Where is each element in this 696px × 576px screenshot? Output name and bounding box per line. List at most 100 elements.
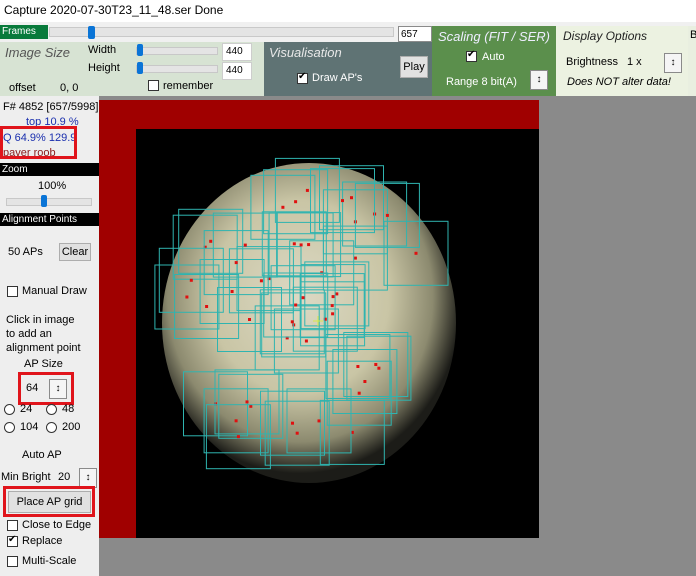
close-to-edge-checkbox[interactable] xyxy=(7,520,18,531)
draw-aps-label: Draw AP's xyxy=(312,72,363,84)
image-size-panel: Image Size Width 440 Height 440 offset 0… xyxy=(0,42,264,96)
ap-point[interactable] xyxy=(331,312,335,316)
offset-value: 0, 0 xyxy=(60,82,79,94)
extra-panel: B xyxy=(688,26,696,96)
radio-104[interactable] xyxy=(4,422,15,433)
brightness-spin-arrows-icon[interactable]: ↕ xyxy=(664,53,682,73)
multi-scale-label: Multi-Scale xyxy=(22,555,77,567)
radio-200-label: 200 xyxy=(62,421,81,433)
ap-point[interactable] xyxy=(294,200,298,204)
ap-point[interactable] xyxy=(281,205,285,209)
ap-point[interactable] xyxy=(290,320,294,324)
ap-point[interactable] xyxy=(335,292,339,296)
ap-point[interactable] xyxy=(350,196,353,200)
ap-point[interactable] xyxy=(209,239,213,243)
ap-point[interactable] xyxy=(185,295,189,299)
zoom-header: Zoom xyxy=(0,163,99,176)
ap-point[interactable] xyxy=(295,431,299,435)
ap-point[interactable] xyxy=(205,305,209,308)
ap-point[interactable] xyxy=(230,290,234,293)
clear-button[interactable]: Clear xyxy=(59,243,91,261)
zoom-slider[interactable] xyxy=(6,198,92,206)
ap-point[interactable] xyxy=(189,278,193,282)
height-field[interactable]: 440 xyxy=(222,62,252,80)
ap-point[interactable] xyxy=(363,380,367,383)
width-slider[interactable] xyxy=(136,47,218,55)
highlight-ap-size xyxy=(18,372,74,405)
image-canvas[interactable] xyxy=(136,129,539,538)
min-bright-spin-arrows-icon[interactable]: ↕ xyxy=(79,468,97,488)
extra-panel-label: B xyxy=(690,29,696,41)
ap-point[interactable] xyxy=(317,419,321,423)
zoom-slider-thumb[interactable] xyxy=(41,195,47,207)
ap-point[interactable] xyxy=(357,391,361,395)
height-slider-thumb[interactable] xyxy=(137,62,143,74)
replace-checkbox[interactable] xyxy=(7,534,18,547)
ap-point[interactable] xyxy=(377,366,381,370)
ap-point[interactable] xyxy=(294,303,298,307)
ap-point[interactable] xyxy=(331,295,335,299)
title-bar: Capture 2020-07-30T23_11_48.ser Done xyxy=(0,0,696,22)
ap-point[interactable] xyxy=(356,365,360,368)
highlight-place-ap-grid xyxy=(3,486,95,517)
alignment-points-header: Alignment Points xyxy=(0,213,99,226)
brightness-label: Brightness xyxy=(566,56,618,68)
radio-200[interactable] xyxy=(46,422,57,433)
play-button[interactable]: Play xyxy=(400,56,428,78)
height-slider[interactable] xyxy=(136,65,218,73)
ap-point[interactable] xyxy=(330,304,334,308)
ap-point[interactable] xyxy=(292,242,296,246)
display-options-title: Display Options xyxy=(563,29,648,43)
multi-scale-checkbox[interactable] xyxy=(7,556,18,567)
instruction-line-2: to add an xyxy=(6,328,52,340)
ap-point[interactable] xyxy=(245,400,249,404)
auto-label: Auto xyxy=(482,51,505,63)
brightness-value: 1 x xyxy=(627,56,642,68)
ap-point[interactable] xyxy=(234,261,238,265)
replace-label: Replace xyxy=(22,535,63,547)
width-label: Width xyxy=(88,44,117,56)
visualisation-title: Visualisation xyxy=(269,45,342,60)
draw-aps-checkbox[interactable] xyxy=(297,71,308,84)
ap-point[interactable] xyxy=(291,421,294,425)
height-label: Height xyxy=(88,62,120,74)
ap-point[interactable] xyxy=(353,256,357,260)
ap-point[interactable] xyxy=(304,339,308,343)
radio-24[interactable] xyxy=(4,404,15,415)
auto-checkbox[interactable] xyxy=(466,49,477,62)
ap-point[interactable] xyxy=(249,404,253,408)
frames-value-field[interactable]: 657 xyxy=(398,26,432,42)
frame-number: F# 4852 [657/5998] xyxy=(3,101,99,113)
range-spin-arrows-icon[interactable]: ↕ xyxy=(530,70,548,90)
ap-point[interactable] xyxy=(243,243,247,247)
ap-point[interactable] xyxy=(236,435,240,439)
min-bright-label: Min Bright xyxy=(1,471,51,483)
remember-label: remember xyxy=(163,80,214,92)
ap-point[interactable] xyxy=(259,279,263,283)
remember-checkbox[interactable] xyxy=(148,80,159,91)
auto-ap-label: Auto AP xyxy=(22,449,62,461)
ap-point[interactable] xyxy=(385,213,389,217)
display-options-panel: Display Options Brightness 1 x ↕ Does NO… xyxy=(556,26,688,96)
ap-point[interactable] xyxy=(414,251,418,255)
frames-slider-thumb[interactable] xyxy=(88,26,95,39)
display-note: Does NOT alter data! xyxy=(567,76,671,88)
instruction-line-3: alignment point xyxy=(6,342,81,354)
ap-point[interactable] xyxy=(248,318,251,321)
width-field[interactable]: 440 xyxy=(222,43,252,61)
radio-48[interactable] xyxy=(46,404,57,415)
manual-draw-checkbox[interactable] xyxy=(7,286,18,297)
ap-point[interactable] xyxy=(301,296,305,300)
frames-slider-track[interactable] xyxy=(49,27,394,37)
width-slider-thumb[interactable] xyxy=(137,44,143,56)
ap-point[interactable] xyxy=(305,188,309,192)
ap-point[interactable] xyxy=(307,243,311,247)
scaling-panel: Scaling (FIT / SER) Auto Range 8 bit(A) … xyxy=(432,26,556,96)
ap-point[interactable] xyxy=(299,243,303,247)
ap-point[interactable] xyxy=(234,419,238,423)
range-label: Range 8 bit(A) xyxy=(446,76,517,88)
image-frame[interactable] xyxy=(136,129,539,538)
ap-point[interactable] xyxy=(341,199,344,203)
zoom-value: 100% xyxy=(38,180,67,192)
ap-point[interactable] xyxy=(374,363,378,366)
